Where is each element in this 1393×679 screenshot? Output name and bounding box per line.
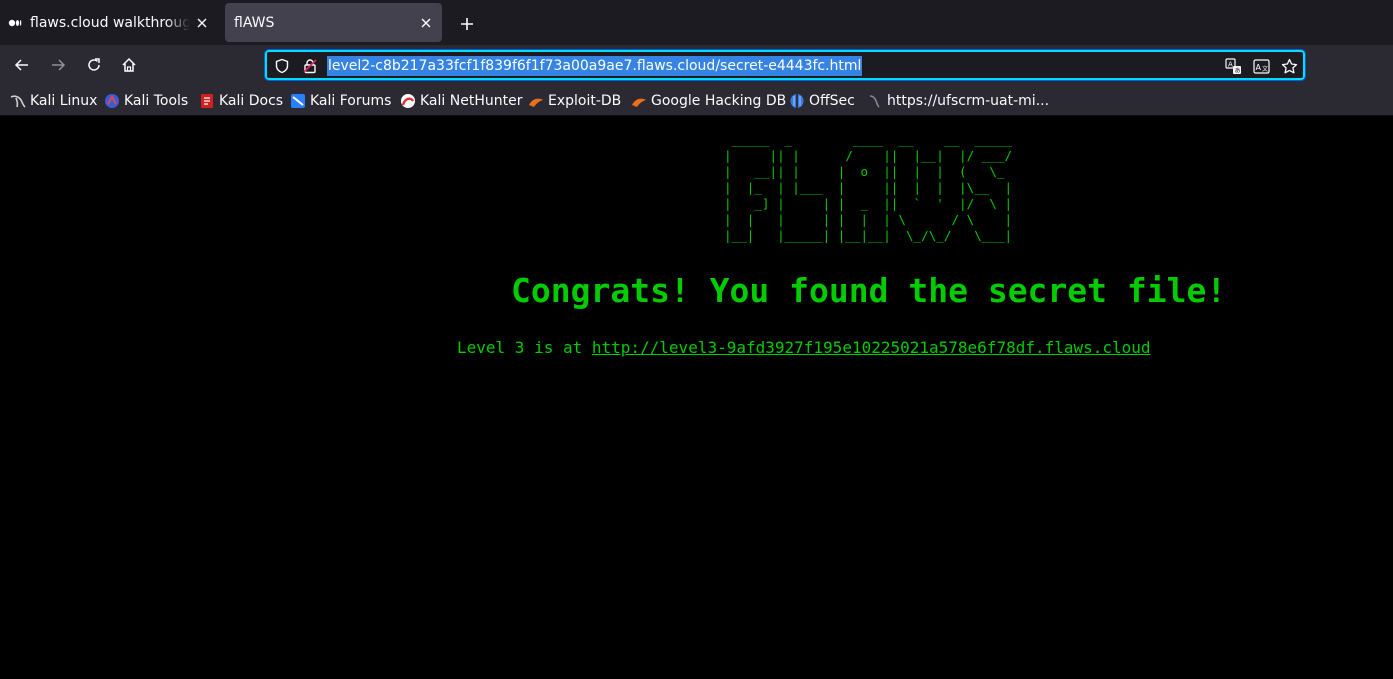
bookmark-label: Kali Tools — [124, 93, 189, 109]
bookmark-exploit-db[interactable]: Exploit-DB — [528, 91, 621, 111]
bookmark-label: https://ufscrm-uat-mi... — [887, 93, 1050, 109]
bookmark-label: Kali Forums — [310, 93, 392, 109]
congrats-heading: Congrats! You found the secret file! — [511, 271, 1227, 310]
bookmark-kali-nethunter[interactable]: Kali NetHunter — [400, 91, 522, 111]
home-icon — [122, 57, 136, 72]
bookmark-ufscrm[interactable]: https://ufscrm-uat-mi... — [867, 91, 1049, 111]
kali-tools-icon — [105, 94, 119, 108]
forward-arrow-icon — [52, 59, 66, 71]
kali-dragon-icon — [869, 95, 880, 108]
svg-text:あ: あ — [1234, 67, 1240, 74]
svg-text:A: A — [1228, 60, 1233, 68]
bookmark-google-hacking-db[interactable]: Google Hacking DB — [631, 91, 786, 111]
bookmark-label: Kali NetHunter — [420, 93, 523, 109]
bookmark-label: OffSec — [809, 93, 855, 109]
navigation-toolbar: level2-c8b217a33fcf1f839f6f1f73a00a9ae7.… — [0, 45, 1393, 86]
bookmark-label: Google Hacking DB — [651, 93, 787, 109]
page-content: _____ _ ____ __ __ _____ | || | / || |__… — [0, 117, 1393, 679]
kali-forums-icon — [291, 94, 305, 108]
bookmarks-toolbar: Kali Linux Kali Tools Kali Docs Kali For… — [0, 86, 1393, 116]
url-bar[interactable]: level2-c8b217a33fcf1f839f6f1f73a00a9ae7.… — [264, 49, 1306, 81]
kali-nethunter-icon — [401, 94, 415, 108]
bookmark-star-icon[interactable] — [1280, 57, 1298, 75]
reload-button[interactable] — [83, 54, 105, 76]
level3-line: Level 3 is at http://level3-9afd3927f195… — [457, 338, 1151, 357]
new-tab-button[interactable] — [456, 13, 478, 35]
tab-flaws[interactable]: flAWS — [225, 3, 442, 42]
medium-icon — [7, 15, 23, 31]
bookmark-kali-linux[interactable]: Kali Linux — [10, 91, 97, 111]
back-button[interactable] — [11, 54, 33, 76]
insecure-lock-icon[interactable] — [301, 57, 319, 75]
tab-title: flAWS — [234, 15, 275, 31]
forward-button[interactable] — [47, 54, 69, 76]
flaws-ascii-logo: _____ _ ____ __ __ _____ | || | / || |__… — [724, 132, 1013, 243]
level3-link[interactable]: http://level3-9afd3927f195e10225021a578e… — [592, 338, 1151, 357]
kali-docs-icon — [201, 94, 213, 108]
svg-text:A: A — [1255, 63, 1261, 72]
bookmark-label: Kali Docs — [219, 93, 284, 109]
back-arrow-icon — [14, 59, 28, 71]
bookmark-label: Kali Linux — [30, 93, 98, 109]
offsec-icon — [790, 94, 804, 108]
url-text[interactable]: level2-c8b217a33fcf1f839f6f1f73a00a9ae7.… — [327, 56, 863, 76]
home-button[interactable] — [118, 54, 140, 76]
bookmark-label: Exploit-DB — [548, 93, 622, 109]
tab-close-icon[interactable] — [192, 13, 212, 33]
kali-dragon-icon — [10, 95, 26, 108]
reload-icon — [88, 58, 100, 71]
bookmark-offsec[interactable]: OffSec — [789, 91, 855, 111]
bookmark-kali-docs[interactable]: Kali Docs — [199, 91, 283, 111]
plus-icon — [461, 18, 473, 30]
exploit-db-icon — [529, 98, 543, 107]
bookmark-kali-forums[interactable]: Kali Forums — [290, 91, 391, 111]
svg-text:文: 文 — [1262, 65, 1268, 73]
ghdb-icon — [632, 98, 646, 107]
tab-title: flaws.cloud walkthrough | Mediu — [30, 15, 190, 31]
level3-prefix: Level 3 is at — [457, 338, 592, 357]
tab-close-icon[interactable] — [416, 13, 436, 33]
shield-icon[interactable] — [273, 57, 291, 75]
translate-icon[interactable]: Aあ — [1224, 57, 1242, 75]
translate-page-icon[interactable]: A文 — [1252, 57, 1270, 75]
tab-flaws-walkthrough[interactable]: flaws.cloud walkthrough | Mediu — [0, 3, 218, 42]
bookmark-kali-tools[interactable]: Kali Tools — [104, 91, 188, 111]
tab-strip: flaws.cloud walkthrough | Mediu flAWS — [0, 0, 1393, 45]
